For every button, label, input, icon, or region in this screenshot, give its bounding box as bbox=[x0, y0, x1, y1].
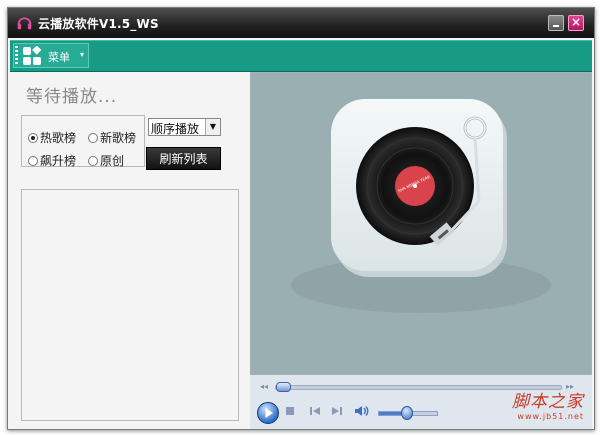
play-order-value: 顺序播放 bbox=[151, 122, 200, 136]
headphones-icon bbox=[17, 17, 32, 30]
chevron-down-icon: ▾ bbox=[80, 50, 85, 59]
radio-hot-chart[interactable]: 热歌榜 bbox=[28, 129, 76, 146]
seek-bar[interactable] bbox=[275, 385, 562, 390]
window-title: 云播放软件V1.5_WS bbox=[38, 17, 159, 31]
app-window: 云播放软件V1.5_WS × 菜单 ▾ 等待播放... 热歌榜 新歌榜 飙升榜 bbox=[7, 7, 595, 430]
menu-bar: 菜单 ▾ bbox=[10, 40, 592, 72]
volume-icon[interactable] bbox=[354, 404, 370, 418]
grip-icon bbox=[15, 46, 18, 65]
radio-unselected-icon bbox=[88, 156, 98, 166]
radio-original-chart[interactable]: 原创 bbox=[88, 152, 124, 169]
radio-new-chart[interactable]: 新歌榜 bbox=[88, 129, 136, 146]
close-button[interactable]: × bbox=[568, 15, 584, 31]
watermark: 脚本之家 www.jb51.net bbox=[512, 393, 584, 421]
menu-button[interactable]: 菜单 ▾ bbox=[13, 43, 89, 68]
playback-status: 等待播放... bbox=[26, 87, 118, 107]
turntable-illustration: SHA NIBNIA YEAR bbox=[291, 99, 551, 313]
play-order-select[interactable]: 顺序播放 ▼ bbox=[148, 118, 221, 136]
watermark-url: www.jb51.net bbox=[517, 412, 584, 421]
refresh-list-button[interactable]: 刷新列表 bbox=[146, 147, 221, 170]
seek-back-icon[interactable]: ◂◂ bbox=[260, 382, 268, 391]
seek-forward-icon[interactable]: ▸▸ bbox=[566, 382, 574, 391]
right-panel: SHA NIBNIA YEAR ◂◂ ▸▸ bbox=[250, 72, 592, 429]
playlist-box[interactable] bbox=[21, 189, 239, 421]
minimize-button[interactable] bbox=[548, 15, 564, 31]
menu-label: 菜单 bbox=[48, 51, 70, 64]
apps-grid-icon bbox=[23, 46, 42, 65]
play-icon[interactable] bbox=[257, 402, 279, 424]
title-bar[interactable]: 云播放软件V1.5_WS × bbox=[8, 8, 594, 38]
radio-unselected-icon bbox=[28, 156, 38, 166]
seek-thumb[interactable] bbox=[276, 382, 291, 392]
volume-thumb[interactable] bbox=[401, 406, 413, 420]
radio-rising-chart[interactable]: 飙升榜 bbox=[28, 152, 76, 169]
radio-selected-icon bbox=[28, 133, 38, 143]
stop-icon[interactable] bbox=[283, 404, 297, 418]
next-icon[interactable] bbox=[330, 404, 344, 418]
watermark-main: 脚本之家 bbox=[512, 392, 584, 412]
previous-icon[interactable] bbox=[308, 404, 322, 418]
dropdown-arrow-icon[interactable]: ▼ bbox=[205, 119, 220, 135]
radio-unselected-icon bbox=[88, 133, 98, 143]
left-panel: 等待播放... 热歌榜 新歌榜 飙升榜 原创 顺序播放 ▼ 刷新列表 bbox=[8, 72, 250, 429]
artwork-area: SHA NIBNIA YEAR bbox=[250, 72, 592, 375]
